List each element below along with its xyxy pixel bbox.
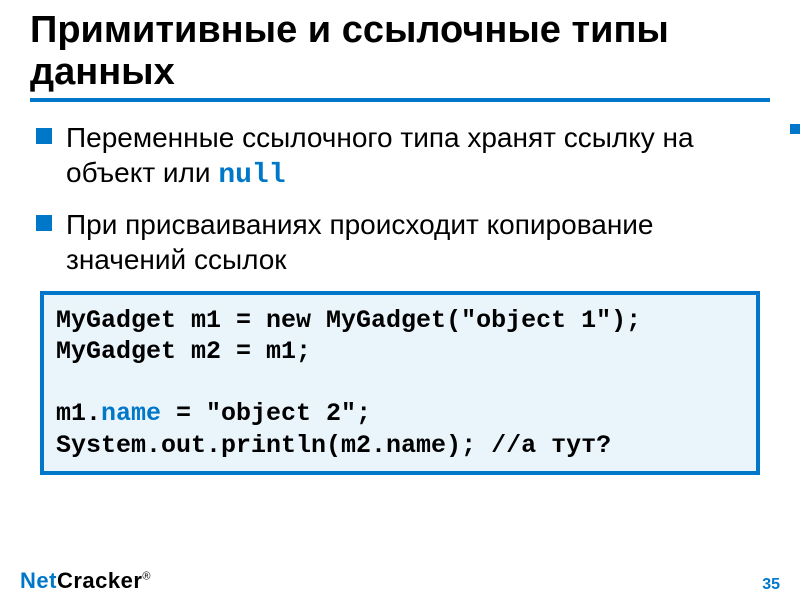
code-block: MyGadget m1 = new MyGadget("object 1"); … — [40, 291, 760, 475]
page-number: 35 — [762, 576, 780, 594]
title-underline — [30, 98, 770, 102]
logo: NetCracker® — [20, 568, 151, 594]
code-line-seg: = "object 2"; — [161, 399, 371, 428]
logo-cracker: Cracker — [57, 568, 142, 593]
logo-net: Net — [20, 568, 57, 593]
bullet-item: Переменные ссылочного типа хранят ссылку… — [36, 120, 770, 193]
code-property-name: name — [101, 399, 161, 428]
code-line: System.out.println(m2.name); //а тут? — [56, 431, 611, 460]
registered-icon: ® — [142, 571, 151, 583]
bullet-text-pre: При присваиваниях происходит копирование… — [66, 209, 654, 275]
bullet-text: При присваиваниях происходит копирование… — [66, 207, 770, 277]
bullet-text: Переменные ссылочного типа хранят ссылку… — [66, 120, 770, 193]
code-line: MyGadget m2 = m1; — [56, 337, 311, 366]
code-line: MyGadget m1 = new MyGadget("object 1"); — [56, 306, 641, 335]
footer: NetCracker® 35 — [0, 568, 800, 594]
slide: Примитивные и ссылочные типы данных Пере… — [0, 0, 800, 600]
bullet-list: Переменные ссылочного типа хранят ссылку… — [36, 120, 770, 277]
bullet-text-pre: Переменные ссылочного типа хранят ссылку… — [66, 122, 694, 188]
slide-title: Примитивные и ссылочные типы данных — [30, 10, 770, 94]
bullet-icon — [36, 128, 52, 144]
code-line-seg: m1. — [56, 399, 101, 428]
decorative-square-icon — [790, 124, 800, 134]
bullet-text-mono: null — [218, 160, 285, 191]
bullet-item: При присваиваниях происходит копирование… — [36, 207, 770, 277]
bullet-icon — [36, 215, 52, 231]
